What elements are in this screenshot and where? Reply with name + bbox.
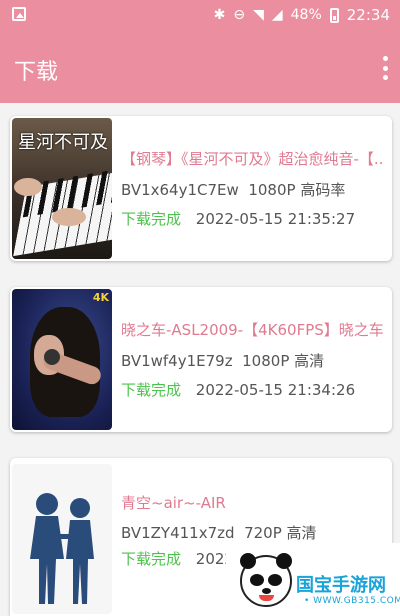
video-quality: 720P 高清 <box>244 524 317 542</box>
video-id: BV1wf4y1E79z <box>121 352 233 370</box>
panda-logo-icon <box>240 553 292 607</box>
battery-percentage: 48% <box>290 7 322 23</box>
download-item[interactable]: 4K 晓之车-ASL2009-【4K60FPS】晓之车-... BV1wf4y1… <box>10 287 392 432</box>
page-title: 下载 <box>14 60 59 85</box>
gallery-notification-icon <box>12 7 26 21</box>
do-not-disturb-icon: ⊖ <box>233 7 246 23</box>
video-thumbnail: 星河不可及 <box>12 118 112 259</box>
wifi-icon: ◥ <box>253 7 264 23</box>
download-status-row: 下载完成 2022 <box>121 548 234 569</box>
download-status: 下载完成 <box>121 210 182 228</box>
watermark: 国宝手游网 • WWW.GB315.COM • <box>226 543 400 616</box>
video-id: BV1x64y1C7Ew <box>121 181 239 199</box>
download-meta: BV1x64y1C7Ew 1080P 高码率 <box>121 179 345 200</box>
status-bar: ✱ ⊖ ◥ ◢ 48% 22:34 <box>0 0 400 32</box>
video-quality: 1080P 高码率 <box>248 181 346 199</box>
download-time: 2022-05-15 21:34:26 <box>195 381 356 399</box>
battery-icon <box>329 7 339 23</box>
download-time: 2022-05-15 21:35:27 <box>195 210 356 228</box>
overflow-menu-icon[interactable] <box>380 56 390 80</box>
watermark-url: • WWW.GB315.COM • <box>304 596 400 606</box>
download-title: 晓之车-ASL2009-【4K60FPS】晓之车-... <box>121 321 383 339</box>
download-status-row: 下载完成 2022-05-15 21:34:26 <box>121 379 355 400</box>
download-status: 下载完成 <box>121 550 182 568</box>
download-title: 青空~air~-AIR <box>121 494 226 512</box>
clock: 22:34 <box>346 6 390 24</box>
video-thumbnail <box>12 464 112 614</box>
download-meta: BV1ZY411x7zd 720P 高清 <box>121 522 317 543</box>
download-title: 【钢琴】《星河不可及》超治愈纯音-【... <box>121 150 383 168</box>
thumbnail-badge: 4K <box>92 291 109 304</box>
bluetooth-icon: ✱ <box>213 7 226 23</box>
watermark-name: 国宝手游网 <box>296 575 386 596</box>
download-status-row: 下载完成 2022-05-15 21:35:27 <box>121 208 355 229</box>
video-thumbnail: 4K <box>12 289 112 430</box>
thumbnail-caption: 星河不可及 <box>18 132 108 153</box>
download-meta: BV1wf4y1E79z 1080P 高清 <box>121 350 324 371</box>
download-status: 下载完成 <box>121 381 182 399</box>
video-id: BV1ZY411x7zd <box>121 524 235 542</box>
signal-icon: ◢ <box>271 7 283 23</box>
download-item[interactable]: 星河不可及 【钢琴】《星河不可及》超治愈纯音-【... BV1x64y1C7Ew… <box>10 116 392 261</box>
video-quality: 1080P 高清 <box>242 352 325 370</box>
